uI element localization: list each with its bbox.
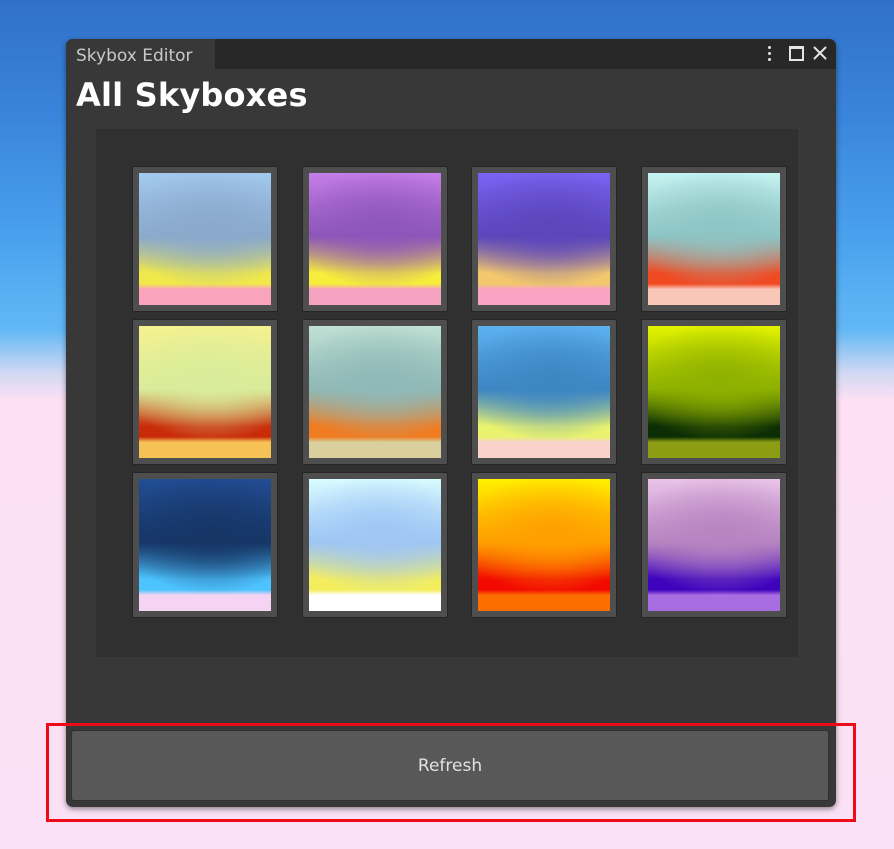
tab-skybox-editor[interactable]: Skybox Editor	[66, 39, 215, 70]
skybox-preview-image	[309, 479, 441, 611]
skybox-thumbnail[interactable]	[132, 472, 278, 618]
skybox-thumbnail[interactable]	[471, 319, 617, 465]
skybox-thumbnail[interactable]	[132, 319, 278, 465]
skybox-thumbnail[interactable]	[641, 319, 787, 465]
skybox-preview-image	[478, 173, 610, 305]
skybox-thumbnail[interactable]	[132, 166, 278, 312]
skybox-editor-window: Skybox Editor All Skyboxes Refresh	[66, 39, 836, 807]
skybox-preview-image	[139, 479, 271, 611]
skybox-preview-image	[648, 326, 780, 458]
skybox-thumbnail[interactable]	[302, 319, 448, 465]
maximize-icon[interactable]	[787, 44, 805, 62]
skybox-thumbnail[interactable]	[302, 166, 448, 312]
window-tab-bar: Skybox Editor	[66, 39, 836, 70]
skybox-preview-image	[478, 479, 610, 611]
skybox-thumbnail[interactable]	[302, 472, 448, 618]
skybox-thumbnail[interactable]	[641, 472, 787, 618]
page-title: All Skyboxes	[76, 76, 308, 114]
skybox-preview-image	[309, 326, 441, 458]
close-icon[interactable]	[811, 44, 829, 62]
skybox-thumbnail[interactable]	[641, 166, 787, 312]
highlight-box	[46, 723, 856, 822]
skybox-grid	[96, 129, 798, 657]
skybox-thumbnail[interactable]	[471, 166, 617, 312]
skybox-preview-image	[309, 173, 441, 305]
skybox-preview-image	[478, 326, 610, 458]
skybox-preview-image	[139, 326, 271, 458]
skybox-preview-image	[648, 173, 780, 305]
skybox-preview-image	[648, 479, 780, 611]
kebab-menu-icon[interactable]	[760, 44, 778, 62]
skybox-thumbnail[interactable]	[471, 472, 617, 618]
skybox-preview-image	[139, 173, 271, 305]
